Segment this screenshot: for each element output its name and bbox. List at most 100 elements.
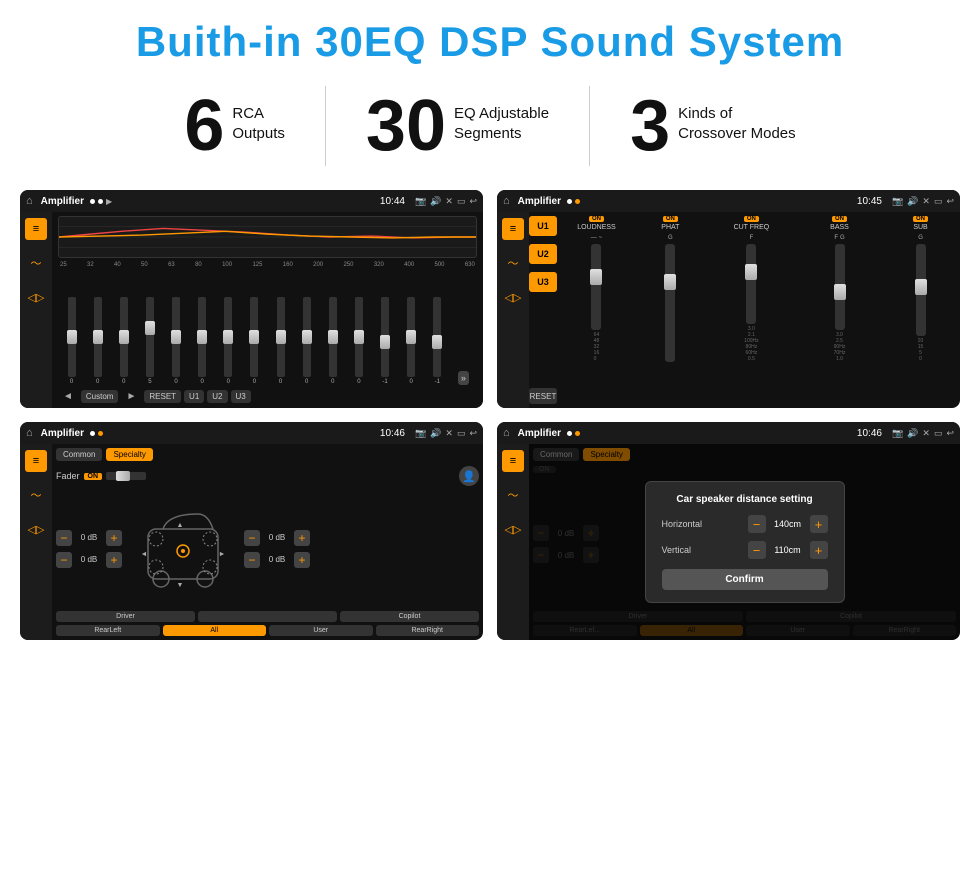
slider-thumb-14[interactable]	[432, 335, 442, 349]
dialog-camera-icon: 📷	[892, 428, 903, 439]
vol-plus-rr[interactable]: +	[294, 552, 310, 568]
dialog-sidebar: ≡ 〜 ◁▷	[497, 444, 529, 640]
amp-u1-btn[interactable]: U1	[529, 216, 557, 236]
double-arrow-btn[interactable]: »	[458, 371, 469, 385]
dialog-sidebar-sliders[interactable]: ≡	[502, 450, 524, 472]
fader-copilot-btn[interactable]: Copilot	[340, 611, 479, 622]
cutfreq-on: ON	[744, 216, 759, 222]
dialog-back-icon[interactable]: ↩	[946, 428, 954, 439]
fader-tab-specialty[interactable]: Specialty	[106, 448, 152, 461]
sub-slider[interactable]	[916, 244, 926, 336]
fader-user-btn[interactable]: User	[269, 625, 373, 636]
loudness-thumb[interactable]	[590, 269, 602, 285]
eq-prev-btn[interactable]: ◄	[58, 389, 78, 404]
sub-thumb[interactable]	[915, 279, 927, 295]
loudness-scale: 64 48 32 16 0	[594, 332, 600, 362]
sub-label: SUB	[913, 224, 927, 231]
confirm-button[interactable]: Confirm	[662, 569, 828, 590]
slider-thumb-10[interactable]	[328, 330, 338, 344]
back-icon[interactable]: ↩	[469, 196, 477, 207]
slider-thumb-0[interactable]	[67, 330, 77, 344]
fader-sidebar-wave[interactable]: 〜	[25, 484, 47, 506]
vertical-plus-btn[interactable]: +	[810, 541, 828, 559]
fader-h-thumb[interactable]	[116, 471, 130, 481]
fader-home-icon[interactable]: ⌂	[26, 427, 33, 439]
phat-slider[interactable]	[665, 244, 675, 362]
fader-rearleft-btn[interactable]: RearLeft	[56, 625, 160, 636]
fader-driver-btn[interactable]: Driver	[56, 611, 195, 622]
amp-u2-btn[interactable]: U2	[529, 244, 557, 264]
eq-u3-btn[interactable]: U3	[231, 390, 251, 403]
cutfreq-slider[interactable]	[746, 244, 756, 324]
fader-sidebar: ≡ 〜 ◁▷	[20, 444, 52, 640]
eq-title: Amplifier	[41, 196, 84, 207]
slider-thumb-7[interactable]	[249, 330, 259, 344]
vol-plus-fl[interactable]: +	[106, 530, 122, 546]
dialog-sidebar-vol[interactable]: ◁▷	[502, 518, 524, 540]
cutfreq-thumb[interactable]	[745, 264, 757, 280]
vol-plus-rl[interactable]: +	[106, 552, 122, 568]
eq-main: 25 32 40 50 63 80 100 125 160 200 250 32…	[52, 212, 483, 408]
bass-slider[interactable]	[835, 244, 845, 330]
slider-thumb-4[interactable]	[171, 330, 181, 344]
car-diagram: ▲ ▼ ◄ ►	[128, 499, 238, 599]
eq-u1-btn[interactable]: U1	[184, 390, 204, 403]
eq-sidebar-icon-vol[interactable]: ◁▷	[25, 286, 47, 308]
amp-back-icon[interactable]: ↩	[946, 196, 954, 207]
amp-sidebar-wave[interactable]: 〜	[502, 252, 524, 274]
amp-close-icon: ✕	[922, 196, 930, 207]
slider-thumb-2[interactable]	[119, 330, 129, 344]
slider-thumb-8[interactable]	[276, 330, 286, 344]
home-icon[interactable]: ⌂	[26, 195, 33, 207]
loudness-marks: — ~	[591, 235, 603, 241]
slider-thumb-6[interactable]	[223, 330, 233, 344]
loudness-slider[interactable]	[591, 244, 601, 330]
slider-thumb-3[interactable]	[145, 321, 155, 335]
vol-minus-rl[interactable]: −	[56, 552, 72, 568]
eq-sidebar-icon-wave[interactable]: 〜	[25, 252, 47, 274]
dialog-home-icon[interactable]: ⌂	[503, 427, 510, 439]
fader-control-row: Fader ON 👤	[56, 466, 479, 486]
horizontal-plus-btn[interactable]: +	[810, 515, 828, 533]
eq-next-btn[interactable]: ►	[121, 389, 141, 404]
phat-g: G	[668, 235, 673, 241]
bass-thumb[interactable]	[834, 284, 846, 300]
fader-all-btn[interactable]: All	[163, 625, 267, 636]
slider-thumb-9[interactable]	[302, 330, 312, 344]
window-icon: ▭	[457, 196, 466, 207]
slider-thumb-5[interactable]	[197, 330, 207, 344]
play-icon[interactable]: ▶	[106, 197, 112, 206]
fader-tab-common[interactable]: Common	[56, 448, 102, 461]
amp-sidebar-sliders[interactable]: ≡	[502, 218, 524, 240]
phat-thumb[interactable]	[664, 274, 676, 290]
fader-sidebar-sliders[interactable]: ≡	[25, 450, 47, 472]
fader-h-track[interactable]	[106, 472, 146, 480]
eq-reset-btn[interactable]: RESET	[144, 390, 181, 403]
horizontal-minus-btn[interactable]: −	[748, 515, 766, 533]
vertical-minus-btn[interactable]: −	[748, 541, 766, 559]
amp-sidebar-vol[interactable]: ◁▷	[502, 286, 524, 308]
fader-dot1	[90, 431, 95, 436]
slider-thumb-11[interactable]	[354, 330, 364, 344]
dialog-sidebar-wave[interactable]: 〜	[502, 484, 524, 506]
amp-u3-btn[interactable]: U3	[529, 272, 557, 292]
dialog-close-icon: ✕	[922, 428, 930, 439]
close-icon: ✕	[445, 196, 453, 207]
fader-rearright-btn[interactable]: RearRight	[376, 625, 480, 636]
bass-scale: 3.0 2.5 90Hz 70Hz 1.0	[834, 332, 846, 362]
amp-dot2	[575, 199, 580, 204]
amp-home-icon[interactable]: ⌂	[503, 195, 510, 207]
slider-thumb-13[interactable]	[406, 330, 416, 344]
fader-back-icon[interactable]: ↩	[469, 428, 477, 439]
slider-thumb-1[interactable]	[93, 330, 103, 344]
vol-minus-fl[interactable]: −	[56, 530, 72, 546]
vol-minus-rr[interactable]: −	[244, 552, 260, 568]
vol-plus-fr[interactable]: +	[294, 530, 310, 546]
fader-sidebar-vol[interactable]: ◁▷	[25, 518, 47, 540]
slider-thumb-12[interactable]	[380, 335, 390, 349]
eq-sidebar-icon-sliders[interactable]: ≡	[25, 218, 47, 240]
eq-u2-btn[interactable]: U2	[207, 390, 227, 403]
vol-minus-fr[interactable]: −	[244, 530, 260, 546]
amp-reset-btn[interactable]: RESET	[529, 388, 557, 404]
eq-custom-btn[interactable]: Custom	[81, 390, 119, 403]
